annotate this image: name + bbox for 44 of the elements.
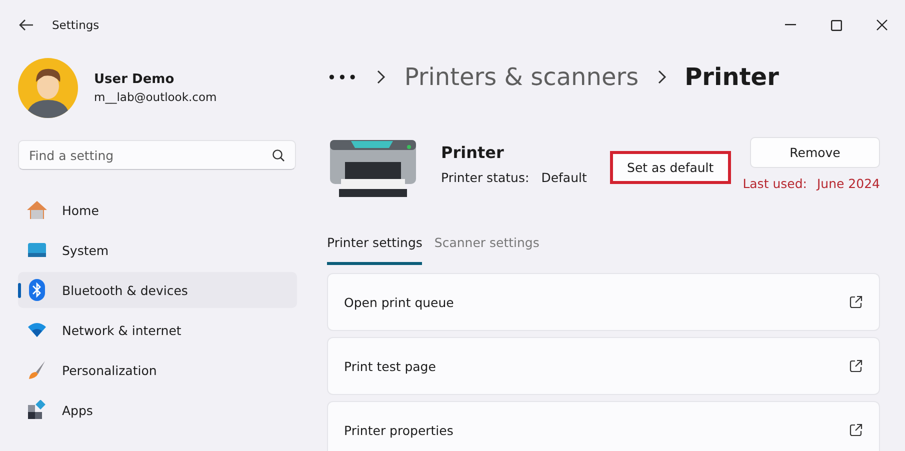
back-icon[interactable]	[18, 17, 34, 33]
breadcrumb-item[interactable]: Printers & scanners	[404, 63, 639, 91]
tab[interactable]: Scanner settings	[434, 231, 540, 265]
user-email: m__lab@outlook.com	[94, 90, 217, 104]
external-link-icon	[849, 359, 863, 373]
set-default-button[interactable]: Set as default	[610, 151, 731, 184]
status-value: Default	[541, 170, 587, 185]
brush-icon	[27, 360, 47, 380]
sidebar-item[interactable]: Personalization	[18, 352, 297, 388]
sidebar-item[interactable]: Apps	[18, 392, 297, 428]
remove-button[interactable]: Remove	[750, 137, 880, 168]
close-icon[interactable]	[876, 19, 888, 31]
minimize-icon[interactable]	[784, 24, 796, 26]
setting-row[interactable]: Print test page	[327, 337, 880, 395]
sidebar-item[interactable]: System	[18, 232, 297, 268]
setting-row[interactable]: Open print queue	[327, 273, 880, 331]
search-icon	[272, 149, 285, 162]
apps-icon	[27, 400, 47, 420]
maximize-icon[interactable]	[830, 20, 842, 30]
device-name: Printer	[441, 143, 505, 162]
chevron-icon	[656, 70, 667, 84]
sidebar-item[interactable]: Network & internet	[18, 312, 297, 348]
sidebar-item[interactable]: Home	[18, 192, 297, 228]
tab[interactable]: Printer settings	[327, 231, 422, 265]
house-icon	[26, 200, 48, 220]
setting-label: Open print queue	[344, 294, 455, 310]
setting-row[interactable]: Printer properties	[327, 401, 880, 451]
more-button[interactable]: •••	[327, 68, 358, 86]
window-title: Settings	[52, 18, 100, 32]
external-link-icon	[849, 295, 863, 309]
last-used-date: June 2024	[816, 176, 880, 191]
sidebar-item[interactable]: Bluetooth & devices	[18, 272, 297, 308]
setting-label: Printer properties	[344, 422, 454, 438]
user-name: User Demo	[94, 72, 176, 87]
status-label: Printer status:	[441, 170, 530, 185]
bluetooth-icon	[29, 279, 45, 301]
external-link-icon	[849, 423, 863, 437]
wifi-icon	[27, 322, 47, 338]
breadcrumb-item: Printer	[684, 63, 779, 91]
monitor-icon	[27, 242, 47, 258]
last-used-label: Last used:	[742, 176, 807, 191]
chevron-icon	[376, 70, 386, 84]
search-field[interactable]: Find a setting	[18, 140, 296, 170]
setting-label: Print test page	[344, 358, 437, 374]
